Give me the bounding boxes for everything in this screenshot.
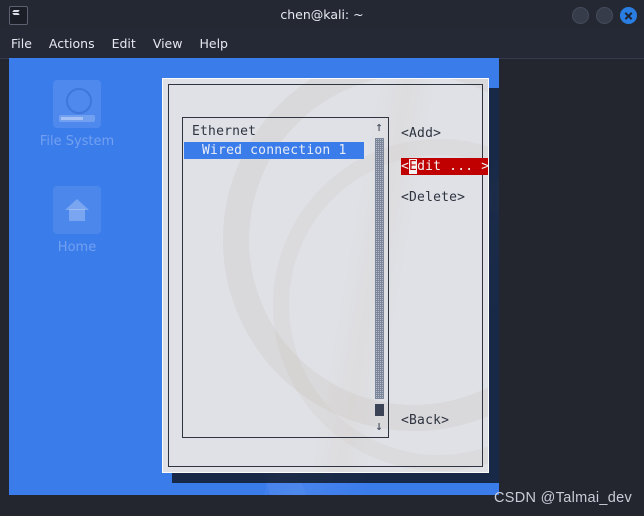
edit-button-suffix: dit ... > [417,159,489,174]
desktop-icon-label: File System [39,134,115,149]
menubar: File Actions Edit View Help [0,29,644,59]
desktop-icon-file-system[interactable]: File System [23,80,131,149]
nmtui-dialog: Ethernet Wired connection 1 ↑ ↓ <Add> <E… [162,78,489,473]
scrollbar-thumb[interactable] [375,404,384,416]
menu-item-file[interactable]: File [11,36,32,51]
close-button[interactable] [620,6,637,24]
scroll-up-arrow[interactable]: ↑ [372,120,386,136]
delete-button[interactable]: <Delete> [401,190,465,205]
maximize-button[interactable] [596,6,613,24]
edit-button-cursor: E [409,159,418,174]
window-controls [572,6,637,24]
add-button[interactable]: <Add> [401,126,441,141]
home-icon [53,186,101,234]
minimize-button[interactable] [572,6,589,24]
desktop-icon-label: Home [57,240,97,255]
menu-item-edit[interactable]: Edit [112,36,136,51]
drive-icon [53,80,101,128]
list-item-label: Wired connection 1 [202,143,347,158]
menu-item-view[interactable]: View [153,36,183,51]
menu-item-actions[interactable]: Actions [49,36,95,51]
list-item-wired-connection-1[interactable]: Wired connection 1 [184,142,364,159]
watermark: CSDN @Talmai_dev [494,490,632,506]
window-titlebar: chen@kali: ~ [0,0,644,30]
scrollbar-track[interactable] [375,138,384,399]
screen-root: chen@kali: ~ File Actions Edit View Help… [0,0,644,516]
edit-button-prefix: < [401,159,410,174]
connection-list[interactable]: Ethernet Wired connection 1 ↑ ↓ [182,117,389,438]
edit-button[interactable]: <Edit ... > [401,158,489,175]
scroll-down-arrow[interactable]: ↓ [372,419,386,435]
back-button[interactable]: <Back> [401,413,449,428]
menu-item-help[interactable]: Help [199,36,228,51]
connection-group-label: Ethernet [192,124,257,139]
desktop-icon-home[interactable]: Home [23,186,131,255]
list-scrollbar[interactable]: ↑ ↓ [372,120,386,435]
window-title: chen@kali: ~ [280,7,364,22]
